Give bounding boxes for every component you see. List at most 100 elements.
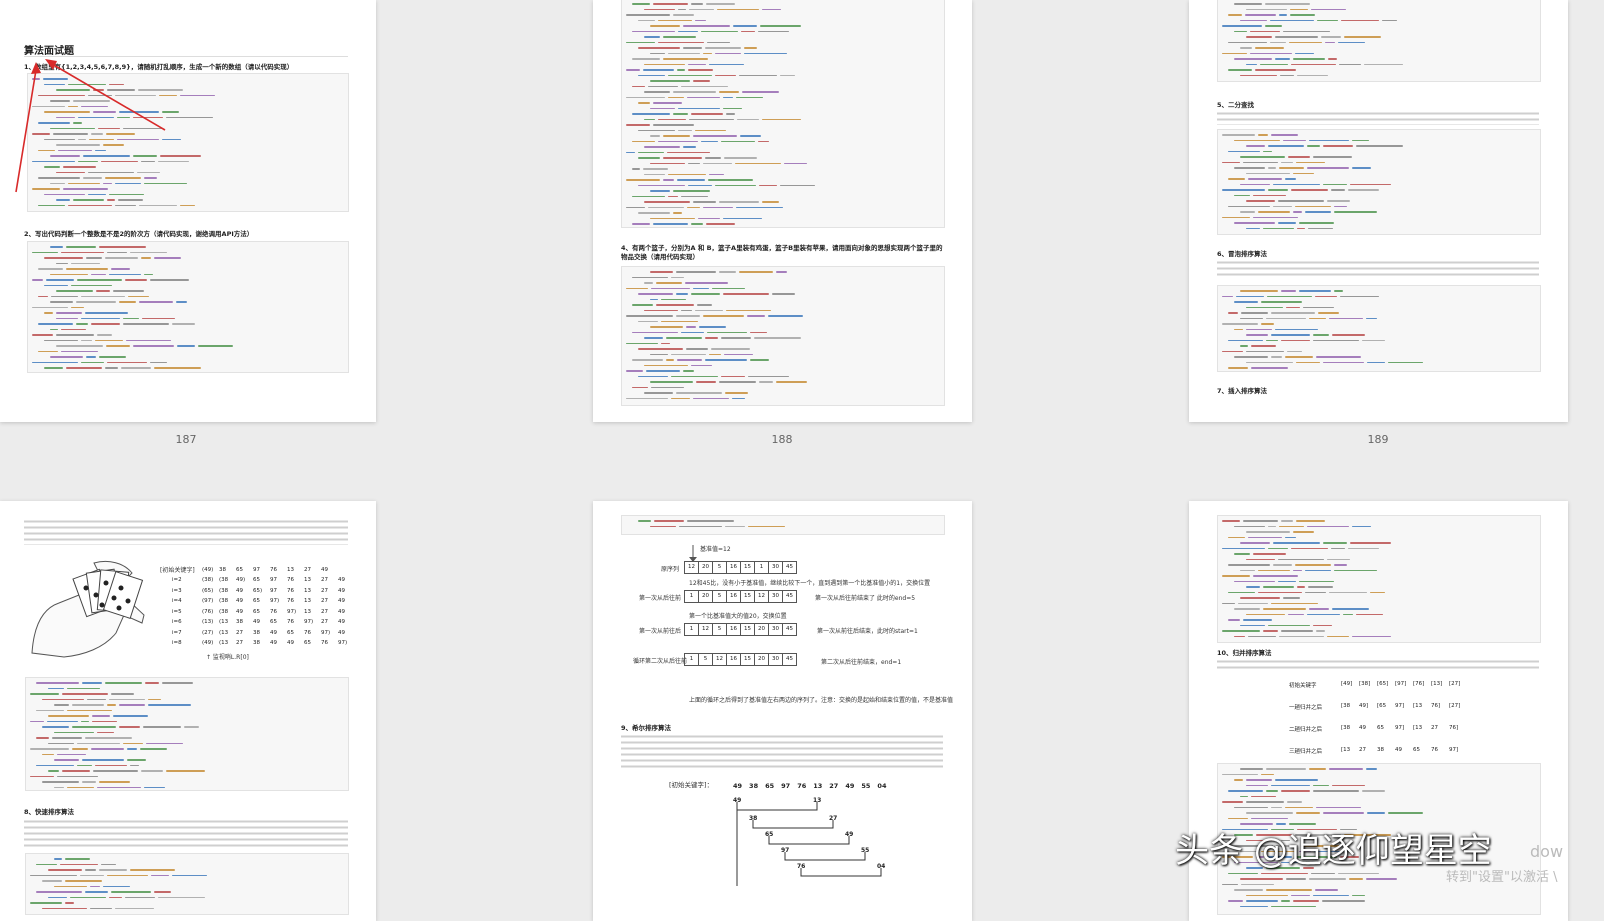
insertion-row: i=8 (49) (13 27 38 49 49 65 76 97) [172,640,355,646]
insertion-row: i=4 (97) (38 49 65 97) 76 13 27 49 [172,598,355,604]
row-cell: (38 [219,608,229,615]
insertion-row: i=7 (27) (13 27 38 49 65 76 97) 49 [172,630,355,636]
page-189[interactable]: 5、二分查找 6、冒泡排序算法 7、插入排序算法 [1189,0,1568,422]
row-cell: 76 [270,567,277,573]
shell-value: 97 [781,782,791,790]
row-cell: 76 [270,608,277,615]
insertion-row: i=3 (65) (38 49 65) 97 76 13 27 49 [172,588,355,594]
section-8: 8、快速排序算法 [24,808,75,816]
row-cell: 49 [338,577,345,583]
row-cell: 65) [253,587,263,594]
row3-label: 循环第二次从后往前 [633,658,688,665]
merge-label: 二趟归并之后 [1289,727,1323,733]
note-1: 12和45比，没有小于基准值，继续比较下一个，直到遇到第一个比基准值小的1，交换… [689,580,931,587]
row-cell: 27 [304,567,311,573]
row-cell: 27 [321,598,328,604]
svg-text:38: 38 [749,815,757,822]
row-cell: 49 [338,629,345,636]
array-cell: 30 [768,561,783,574]
code-block-9 [25,853,349,915]
merge-cell: [27] [1449,703,1461,709]
windows-activation-text: 转到"设置"以激活 \ [1446,870,1558,885]
pivot-label: 基准值=12 [700,546,731,553]
row1-note: 第一次从后往前结束了 此时的end=5 [815,595,916,602]
merge-cell: [38 [1341,725,1351,731]
row-label [172,567,202,573]
array-cell: 1 [754,561,769,574]
row-cell: 76 [287,619,294,625]
page-187[interactable]: 算法面试题 1、数组里有{1,2,3,4,5,6,7,8,9}，请随机打乱顺序，… [0,0,376,422]
row-cell: 65 [253,577,260,583]
sequence-array: 12 20 5 16 15 1 30 45 [684,561,797,574]
array-cell: 1 [684,623,699,636]
row-cell: (13 [219,619,229,625]
svg-text:65: 65 [765,831,773,838]
array-cell: 30 [768,653,783,666]
row-cell: 13 [304,598,311,604]
array-cell: 12 [754,590,769,603]
array-cell: 45 [782,623,797,636]
section-10: 10、归并排序算法 [1217,649,1272,657]
merge-cell: 97] [1395,703,1405,709]
svg-text:49: 49 [733,797,741,804]
code-block-3 [621,0,945,228]
svg-text:27: 27 [829,815,837,822]
code-block-5 [1217,0,1541,82]
row-cell: 13 [304,587,311,594]
insertion-row: (49) 38 65 97 76 13 27 49 [172,567,338,573]
row-cell: 27 [321,608,328,615]
merge-cell: [13 [1341,747,1351,753]
merge-cell: 38 [1377,747,1384,753]
row-cell: 65 [287,629,294,636]
svg-text:76: 76 [797,863,805,870]
array-cell: 15 [740,561,755,574]
shell-value: 76 [797,782,807,790]
row-cell: (38) [202,577,214,583]
row-cell: (38 [219,598,229,604]
array-cell: 1 [684,653,699,666]
row-cell: 38 [253,629,260,636]
page-188[interactable]: 4、有两个篮子，分别为A 和 B，篮子A里装有鸡蛋，篮子B里装有苹果，请用面向对… [593,0,972,422]
section-5-text [1217,111,1539,125]
merge-cell: 65 [1413,747,1420,753]
page-191[interactable]: 基准值=12 原序列 12 20 5 16 15 1 30 45 12和45比，没有小于基准值… [593,501,972,921]
array-cell: 5 [712,590,727,603]
merge-cell: 49 [1395,747,1402,753]
row-cell: (76) [202,608,214,615]
merge-cell: 49 [1359,725,1366,731]
row-cell: 49 [338,598,345,604]
array-cell: 16 [726,653,741,666]
row-cell: 49 [236,598,243,604]
row-cell: 49 [321,567,328,573]
row-cell: 76 [287,598,294,604]
shell-diagram: 49 13 38 27 65 49 97 55 76 04 [733,797,885,886]
row-cell: 76 [287,577,294,583]
shell-value: 38 [749,782,759,790]
merge-row: 二趟归并之后 [38 49 65 97] [13 27 76] [1289,725,1467,733]
array-cell: 12 [684,561,699,574]
merge-cell: 76 [1431,747,1438,753]
note-2: 第一个比基准值大的值20，交换位置 [689,613,787,620]
code-block-6 [1217,129,1541,235]
page-190[interactable]: [初始关键字] (49) 38 65 97 76 13 27 49 i=2 (38) (38 49) 6… [0,501,376,921]
array-cell: 45 [782,590,797,603]
array-cell: 20 [754,653,769,666]
row-cell: (27) [202,629,214,636]
row-cell: 97) [321,629,331,636]
array-cell: 15 [740,623,755,636]
merge-cell: [27] [1449,681,1461,687]
insertion-row: i=6 (13) (13 38 49 65 76 97) 27 49 [172,619,355,625]
array-cell: 15 [740,653,755,666]
row-cell: 38 [236,619,243,625]
section-9: 9、希尔排序算法 [621,724,672,732]
row-cell: 97 [270,577,277,583]
row-cell: 76 [304,629,311,636]
merge-cell: [13 [1413,725,1423,731]
shell-value: 27 [829,782,839,790]
row-cell: 97) [287,608,297,615]
section-6-text [1217,260,1539,278]
array-cell: 20 [698,561,713,574]
row3-note: 第二次从后往前结束，end=1 [821,659,902,666]
row-cell: (97) [202,598,214,604]
row-label: i=2 [172,577,182,583]
